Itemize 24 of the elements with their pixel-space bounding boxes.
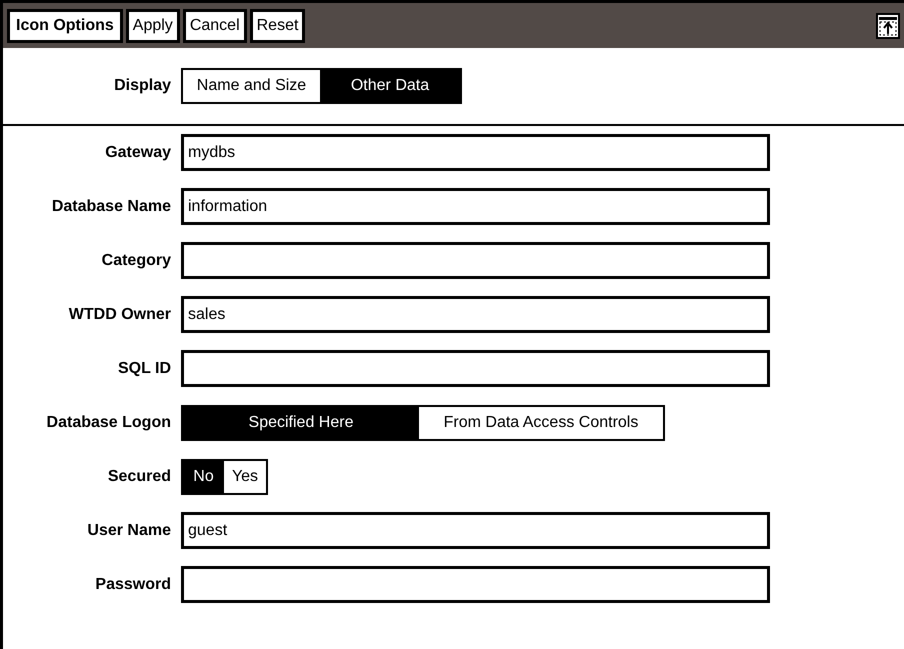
field-label: Secured bbox=[108, 466, 171, 486]
input-field[interactable] bbox=[181, 566, 770, 603]
input-field[interactable]: mydbs bbox=[181, 134, 770, 171]
field-label: SQL ID bbox=[118, 358, 171, 378]
field-label: Password bbox=[95, 574, 171, 594]
input-field[interactable]: guest bbox=[181, 512, 770, 549]
toolbar-button[interactable]: Reset bbox=[250, 8, 306, 42]
segment-option[interactable]: Yes bbox=[224, 460, 266, 492]
field-label: Database Name bbox=[52, 196, 171, 216]
input-field[interactable] bbox=[181, 350, 770, 387]
title-button[interactable]: Icon Options bbox=[7, 8, 123, 42]
segment-option[interactable]: Name and Size bbox=[183, 70, 320, 102]
segment-option[interactable]: From Data Access Controls bbox=[419, 406, 663, 438]
field-label: User Name bbox=[87, 520, 171, 540]
input-field[interactable]: sales bbox=[181, 296, 770, 333]
field-label: WTDD Owner bbox=[68, 304, 171, 324]
input-field[interactable] bbox=[181, 242, 770, 279]
input-field[interactable]: information bbox=[181, 188, 770, 225]
field-label: Database Logon bbox=[46, 412, 171, 432]
toolbar-button[interactable]: Cancel bbox=[182, 8, 247, 42]
field-label: Gateway bbox=[105, 142, 171, 162]
toolbar-button[interactable]: Apply bbox=[126, 8, 180, 42]
field-label: Category bbox=[102, 250, 171, 270]
field-label: Display bbox=[114, 76, 171, 96]
